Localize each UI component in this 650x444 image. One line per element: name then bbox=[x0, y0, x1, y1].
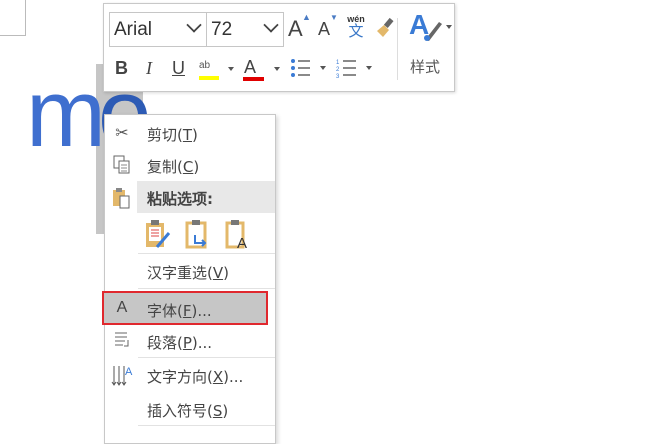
copy-icon bbox=[111, 155, 133, 177]
font-size-value: 72 bbox=[211, 19, 233, 40]
grow-font-button[interactable]: A ▲ bbox=[288, 12, 311, 42]
menu-item-insert-symbol[interactable]: 插入符号(S) bbox=[105, 393, 275, 425]
paragraph-icon bbox=[111, 331, 133, 353]
bold-button[interactable]: B bbox=[115, 58, 128, 79]
paste-text-only-icon[interactable]: A bbox=[225, 219, 251, 253]
menu-item-text-direction[interactable]: A 文字方向(X)... bbox=[105, 359, 275, 391]
font-color-button[interactable]: A bbox=[243, 57, 280, 81]
font-icon: A bbox=[116, 299, 128, 316]
mini-toolbar: Arial 72 A ▲ A ▼ wén 文 A 样式 B I U ab A 123 bbox=[103, 3, 455, 92]
paste-merge-formatting-icon[interactable] bbox=[185, 219, 211, 253]
scissors-icon: ✂ bbox=[115, 123, 129, 142]
paste-keep-source-formatting-icon[interactable] bbox=[145, 219, 171, 253]
phonetic-guide-button[interactable]: wén 文 bbox=[345, 14, 367, 39]
numbering-button[interactable]: 123 bbox=[336, 58, 372, 83]
format-painter-icon[interactable] bbox=[374, 17, 396, 44]
divider bbox=[138, 288, 275, 289]
text-direction-icon: A bbox=[111, 365, 133, 387]
menu-item-reconvert[interactable]: 汉字重选(V) bbox=[105, 255, 275, 287]
font-name-value: Arial bbox=[114, 19, 153, 40]
styles-icon[interactable]: A bbox=[409, 9, 452, 47]
page-corner-mark bbox=[0, 35, 25, 36]
context-menu: ✂ 剪切(T) 复制(C) 粘贴选项: A 汉字重选(V) A 字体(F)... 段… bbox=[102, 114, 276, 444]
font-size-combo[interactable]: 72 bbox=[206, 12, 284, 47]
menu-item-paragraph[interactable]: 段落(P)... bbox=[105, 325, 275, 357]
svg-text:A: A bbox=[125, 366, 133, 378]
chevron-down-icon[interactable] bbox=[263, 17, 279, 33]
divider bbox=[138, 357, 275, 358]
font-name-combo[interactable]: Arial bbox=[109, 12, 207, 47]
menu-item-font[interactable]: A 字体(F)... bbox=[102, 291, 268, 325]
divider bbox=[397, 18, 398, 80]
svg-text:2: 2 bbox=[336, 67, 340, 73]
paste-icon bbox=[111, 187, 133, 209]
menu-item-cut[interactable]: ✂ 剪切(T) bbox=[105, 117, 275, 149]
svg-text:3: 3 bbox=[336, 74, 340, 78]
menu-paste-options-header: 粘贴选项: bbox=[105, 181, 275, 213]
divider bbox=[138, 253, 275, 254]
bullets-button[interactable] bbox=[290, 58, 326, 83]
svg-text:1: 1 bbox=[336, 60, 340, 66]
styles-label[interactable]: 样式 bbox=[410, 56, 440, 77]
divider bbox=[138, 425, 275, 426]
page-corner-mark bbox=[25, 0, 26, 36]
highlight-button[interactable]: ab bbox=[199, 55, 234, 81]
svg-text:A: A bbox=[237, 235, 247, 249]
menu-item-copy[interactable]: 复制(C) bbox=[105, 149, 275, 181]
shrink-font-button[interactable]: A ▼ bbox=[318, 13, 338, 40]
italic-button[interactable]: I bbox=[146, 58, 152, 79]
underline-button[interactable]: U bbox=[172, 58, 185, 79]
chevron-down-icon[interactable] bbox=[186, 17, 202, 33]
document-text[interactable]: m bbox=[26, 66, 106, 162]
